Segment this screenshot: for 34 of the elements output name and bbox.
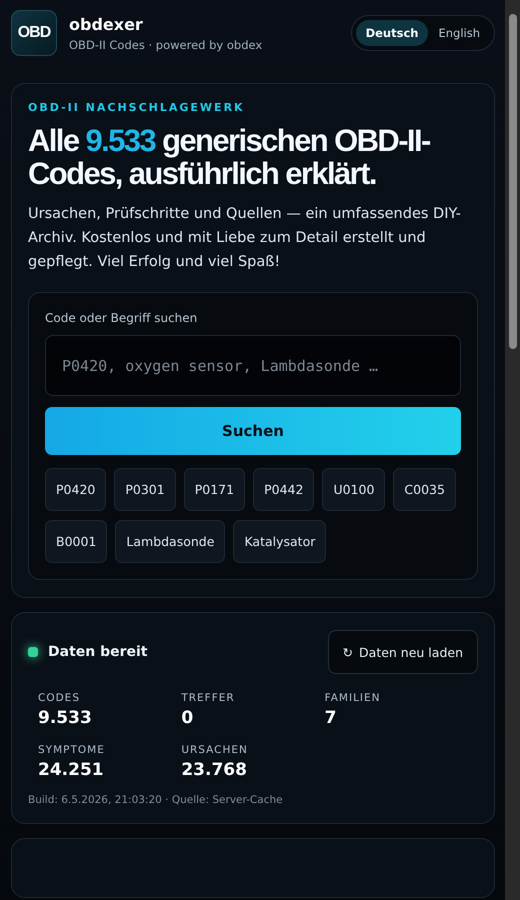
stat-value: 0 [181,708,194,728]
language-option[interactable]: Deutsch [356,20,428,46]
suggestion-chip[interactable]: C0035 [393,468,456,511]
app-title: obdexer [69,14,144,34]
stat-label: FAMILIEN [324,692,382,704]
eyebrow-label: OBD-II NACHSCHLAGEWERK [28,101,246,114]
suggestion-chip[interactable]: P0171 [184,468,246,511]
app-subtitle: OBD-II Codes · powered by obdex [69,38,264,52]
suggestion-chip[interactable]: P0420 [45,468,106,511]
suggestion-chip[interactable]: U0100 [322,468,386,511]
stat-label: URSACHEN [181,744,249,756]
suggestion-chip[interactable]: Lambdasonde [115,520,226,563]
suggestion-chip[interactable]: Katalysator [233,520,326,563]
build-info: Build: 6.5.2026, 21:03:20 · Quelle: Server-Cache [28,794,284,806]
language-option[interactable]: English [428,20,490,46]
stat-value: 23.768 [181,760,248,780]
suggestion-chip[interactable]: P0442 [253,468,314,511]
search-button[interactable]: Suchen [45,407,461,455]
search-label: Code oder Begriff suchen [45,311,198,325]
suggestion-chip[interactable]: B0001 [45,520,108,563]
stat-value: 24.251 [38,760,105,780]
app-logo: OBD [11,10,57,56]
stat-label: CODES [38,692,81,704]
suggestion-chip[interactable]: P0301 [114,468,176,511]
intro-text: Ursachen, Prüfschritte und Quellen — ein umfassendes DIY-Archiv. Kostenlos und mit Liebe zum Detail erstellt und gepflegt. Viel Erfolg und viel Spaß! [28,205,462,272]
stat-value: 9.533 [38,708,93,728]
stat-value: 7 [324,708,338,728]
search-field[interactable]: P0420, oxygen sensor, Lambdasonde … [45,335,461,396]
reload-button[interactable]: ↻ Daten neu laden [328,630,478,674]
scrollbar[interactable] [505,0,520,900]
status-label: Daten bereit [48,644,148,660]
stat-label: SYMPTOME [38,744,106,756]
stat-label: TREFFER [181,692,236,704]
headline: Alle 9.533 generischen OBD-II-Codes, ausführlich erklärt. [28,124,432,190]
